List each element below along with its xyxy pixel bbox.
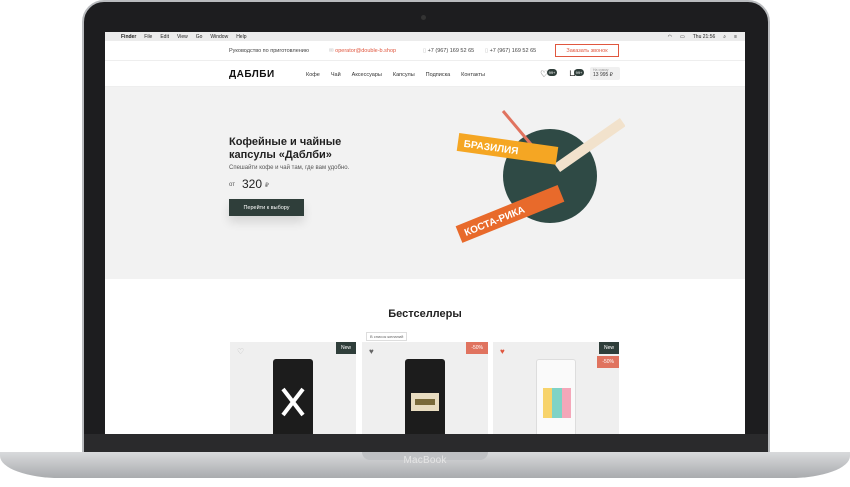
nav-link-capsules[interactable]: Капсулы [393, 72, 415, 78]
bag-label-graphic [411, 393, 439, 411]
site-logo[interactable]: ДАБЛБИ [229, 69, 275, 80]
mac-menubar: Finder File Edit View Go Window Help ◠ ▭… [105, 32, 745, 41]
price-currency: ₽ [265, 183, 269, 189]
cart-count-badge: 99+ [574, 69, 584, 76]
cart-sum-value: 13 995 ₽ [593, 72, 613, 78]
nav-link-contacts[interactable]: Контакты [461, 72, 485, 78]
new-badge: New [598, 342, 619, 354]
bag-pattern-graphic [543, 388, 571, 418]
hero-title: Кофейные и чайные капсулы «Даблби» [229, 136, 342, 161]
main-nav: ДАБЛБИ Кофе Чай Аксессуары Капсулы Подпи… [105, 61, 745, 87]
menubar-clock[interactable]: Thu 21:56 [693, 34, 716, 40]
hero-cta-button[interactable]: Перейти к выбору [229, 199, 304, 216]
search-icon[interactable]: ⌕ [723, 34, 726, 40]
bag-logo-graphic [281, 387, 305, 417]
nav-link-coffee[interactable]: Кофе [306, 72, 320, 78]
menu-file[interactable]: File [144, 34, 152, 40]
product-card[interactable]: ♥ New -50% [493, 342, 619, 434]
email-link[interactable]: operator@double-b.shop [329, 48, 396, 54]
wifi-icon[interactable]: ◠ [668, 34, 672, 40]
new-badge: New [335, 342, 356, 354]
coffee-bag-image [536, 359, 576, 434]
nav-link-subscription[interactable]: Подписка [426, 72, 451, 78]
list-icon[interactable]: ≡ [734, 34, 737, 40]
menu-finder[interactable]: Finder [121, 34, 136, 40]
camera-icon [421, 15, 426, 20]
price-prefix: от [229, 182, 235, 188]
menu-go[interactable]: Go [196, 34, 203, 40]
wishlist-heart-icon[interactable]: ♥ [500, 347, 505, 356]
phone-link-1[interactable]: +7 (967) 169 52 65 [423, 48, 475, 54]
bestsellers-title: Бестселлеры [388, 308, 462, 320]
product-card[interactable]: ♡ New [230, 342, 356, 434]
menu-help[interactable]: Help [236, 34, 246, 40]
coffee-bag-image [273, 359, 313, 434]
nav-link-tea[interactable]: Чай [331, 72, 341, 78]
menu-view[interactable]: View [177, 34, 188, 40]
laptop-chin [84, 434, 768, 452]
battery-icon[interactable]: ▭ [680, 34, 685, 40]
cart-sum[interactable]: На сумму 13 995 ₽ [590, 67, 620, 80]
product-card[interactable]: В список желаний ♥ -50% [362, 332, 488, 434]
sale-badge: -50% [466, 342, 488, 354]
browser-screen: Finder File Edit View Go Window Help ◠ ▭… [105, 32, 745, 434]
coffee-bag-image [405, 359, 445, 434]
wishlist-heart-icon[interactable]: ♥ [369, 347, 374, 356]
menu-edit[interactable]: Edit [160, 34, 169, 40]
guide-link[interactable]: Руководство по приготовлению [229, 48, 309, 54]
nav-link-accessories[interactable]: Аксессуары [352, 72, 382, 78]
wishlist-heart-icon[interactable]: ♡ [237, 347, 244, 356]
device-brand: MacBook [403, 455, 447, 466]
capsule-illustration: БРАЗИЛИЯ КОСТА-РИКА [455, 110, 625, 243]
phone-link-2[interactable]: +7 (967) 169 52 65 [485, 48, 537, 54]
menu-window[interactable]: Window [210, 34, 228, 40]
sale-badge: -50% [597, 356, 619, 368]
nav-links: Кофе Чай Аксессуары Капсулы Подписка Кон… [306, 72, 485, 78]
hero-section: Кофейные и чайные капсулы «Даблби» Спеша… [105, 87, 745, 279]
hero-price: 320 [242, 177, 263, 191]
favorites-count-badge: 99+ [547, 69, 557, 76]
wishlist-tooltip: В список желаний [366, 332, 408, 341]
call-request-button[interactable]: Заказать звонок [555, 44, 619, 57]
hero-subtitle: Спешайти кофе и чай там, где вам удобно. [229, 165, 350, 171]
top-info-bar: Руководство по приготовлению operator@do… [105, 41, 745, 61]
